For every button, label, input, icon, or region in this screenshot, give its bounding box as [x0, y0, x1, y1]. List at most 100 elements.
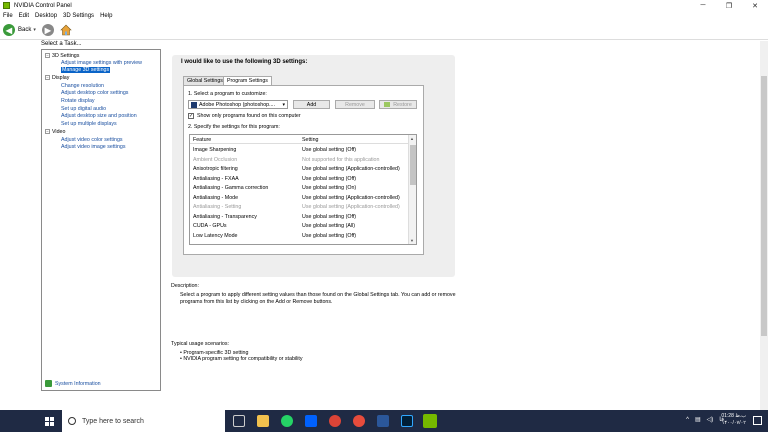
tray-chevron-icon[interactable]: ^: [686, 417, 689, 423]
tree-item-rotate-display[interactable]: Rotate display: [61, 97, 95, 104]
row-feature: Antialiasing - Gamma correction: [193, 185, 269, 191]
word-icon[interactable]: [377, 415, 389, 427]
step1-label: 1. Select a program to customize:: [188, 91, 267, 97]
main-scrollbar[interactable]: [760, 41, 768, 410]
back-dropdown-icon[interactable]: ▾: [33, 27, 36, 33]
tree-item-label: Video: [52, 128, 66, 135]
back-button[interactable]: Back: [18, 27, 31, 33]
table-header: Feature Setting: [190, 135, 409, 144]
back-arrow-icon[interactable]: ◀: [3, 24, 15, 36]
table-row[interactable]: Antialiasing - Gamma correction Use globa…: [190, 183, 409, 192]
table-row[interactable]: Low Latency Mode Use global setting (Off): [190, 231, 409, 240]
clock[interactable]: 01:28 ب.ظ ۱۴۰۰/۰۷/۰۲: [721, 413, 746, 427]
table-row[interactable]: Image Sharpening Use global setting (Off): [190, 145, 409, 154]
program-select[interactable]: Adobe Photoshop (photoshop.... ▾: [188, 100, 288, 109]
tree-item-multiple-displays[interactable]: Set up multiple displays: [61, 120, 117, 127]
row-setting[interactable]: Use global setting (Off): [302, 214, 356, 220]
tree-item-3d-settings[interactable]: − 3D Settings: [45, 52, 79, 59]
scrollbar-thumb[interactable]: [410, 145, 416, 185]
description-label: Description:: [171, 283, 199, 289]
start-button[interactable]: [40, 410, 58, 432]
menu-help[interactable]: Help: [100, 13, 112, 19]
table-scrollbar[interactable]: ▲ ▼: [408, 135, 416, 244]
tree-item-desktop-color[interactable]: Adjust desktop color settings: [61, 89, 128, 96]
photoshop-icon: [191, 101, 197, 108]
menu-desktop[interactable]: Desktop: [35, 13, 57, 19]
maximize-button[interactable]: ❐: [716, 0, 742, 11]
notification-icon[interactable]: [753, 416, 762, 425]
tree-item-change-resolution[interactable]: Change resolution: [61, 82, 104, 89]
scroll-down-icon[interactable]: ▼: [410, 238, 414, 243]
tree-item-adjust-image-settings[interactable]: Adjust image settings with preview: [61, 59, 142, 66]
description-text: Select a program to apply different sett…: [180, 292, 456, 305]
scroll-up-icon[interactable]: ▲: [410, 136, 414, 141]
tree-item-manage-3d-settings[interactable]: Manage 3D settings: [61, 66, 111, 73]
collapse-icon[interactable]: −: [45, 53, 50, 58]
window-controls: ─ ❐ ✕: [690, 0, 768, 11]
menu-edit[interactable]: Edit: [19, 13, 29, 19]
file-explorer-icon[interactable]: [257, 415, 269, 427]
row-setting[interactable]: Use global setting (Application-controll…: [302, 195, 400, 201]
row-setting[interactable]: Use global setting (Off): [302, 147, 356, 153]
tree-item-display[interactable]: − Display: [45, 74, 69, 81]
menu-bar: File Edit Desktop 3D Settings Help: [0, 11, 768, 21]
table-row[interactable]: Antialiasing - Setting Use global setting…: [190, 202, 409, 211]
collapse-icon[interactable]: −: [45, 129, 50, 134]
row-setting[interactable]: Use global setting (All): [302, 223, 355, 229]
task-view-icon[interactable]: [233, 415, 245, 427]
row-setting[interactable]: Use global setting (Off): [302, 176, 356, 182]
window-title: NVIDIA Control Panel: [14, 2, 72, 9]
whatsapp-icon[interactable]: [281, 415, 293, 427]
windows-logo-icon: [44, 416, 54, 426]
restore-label: Restore: [393, 101, 412, 108]
tree-item-video-color[interactable]: Adjust video color settings: [61, 136, 123, 143]
collapse-icon[interactable]: −: [45, 75, 50, 80]
show-only-checkbox[interactable]: ✓: [188, 113, 194, 119]
table-row[interactable]: Antialiasing - FXAA Use global setting (O…: [190, 174, 409, 183]
show-only-checkbox-row[interactable]: ✓ Show only programs found on this compu…: [188, 113, 301, 119]
row-feature: Image Sharpening: [193, 147, 237, 153]
row-setting[interactable]: Use global setting (On): [302, 185, 356, 191]
row-setting[interactable]: Use global setting (Application-controll…: [302, 166, 400, 172]
table-row[interactable]: Antialiasing - Transparency Use global se…: [190, 212, 409, 221]
row-feature: Anisotropic filtering: [193, 166, 238, 172]
tab-global-settings[interactable]: Global Settings: [183, 76, 227, 85]
header-feature: Feature: [193, 137, 212, 143]
network-icon[interactable]: ▤: [695, 416, 701, 423]
pdf-reader-icon[interactable]: [353, 415, 365, 427]
nvidia-taskbar-icon[interactable]: [423, 414, 437, 428]
row-feature: CUDA - GPUs: [193, 223, 227, 229]
tree-item-video[interactable]: − Video: [45, 128, 65, 135]
task-tree: − 3D Settings Adjust image settings with…: [41, 49, 161, 391]
taskbar-search[interactable]: Type here to search: [62, 410, 225, 432]
tab-program-settings[interactable]: Program Settings: [223, 76, 272, 85]
volume-icon[interactable]: ◁): [707, 416, 714, 423]
dropbox-icon[interactable]: [305, 415, 317, 427]
tree-item-video-image[interactable]: Adjust video image settings: [61, 143, 125, 150]
scrollbar-thumb[interactable]: [761, 76, 767, 336]
forward-arrow-icon[interactable]: ▶: [41, 24, 54, 36]
table-row[interactable]: Ambient Occlusion Not supported for this …: [190, 155, 409, 164]
menu-3d-settings[interactable]: 3D Settings: [63, 13, 94, 19]
row-setting: Not supported for this application: [302, 156, 380, 163]
home-icon[interactable]: [60, 24, 72, 36]
nvidia-app-icon: [3, 2, 10, 9]
system-information-link[interactable]: System Information: [45, 380, 101, 387]
table-row[interactable]: Antialiasing - Mode Use global setting (A…: [190, 193, 409, 202]
tree-item-desktop-size[interactable]: Adjust desktop size and position: [61, 112, 137, 119]
clock-time: 01:28 ب.ظ: [721, 413, 746, 419]
table-row[interactable]: CUDA - GPUs Use global setting (All): [190, 221, 409, 230]
close-button[interactable]: ✕: [742, 0, 768, 11]
remove-button[interactable]: Remove: [335, 100, 375, 109]
restore-button[interactable]: Restore: [379, 100, 417, 109]
photoshop-taskbar-icon[interactable]: [401, 415, 413, 427]
tree-item-digital-audio[interactable]: Set up digital audio: [61, 105, 106, 112]
search-placeholder: Type here to search: [82, 417, 144, 425]
add-button[interactable]: Add: [293, 100, 330, 109]
minimize-button[interactable]: ─: [690, 0, 716, 11]
menu-file[interactable]: File: [3, 13, 13, 19]
table-row[interactable]: Anisotropic filtering Use global setting …: [190, 164, 409, 173]
row-setting[interactable]: Use global setting (Off): [302, 233, 356, 239]
row-feature: Ambient Occlusion: [193, 156, 238, 163]
chrome-icon[interactable]: [329, 415, 341, 427]
